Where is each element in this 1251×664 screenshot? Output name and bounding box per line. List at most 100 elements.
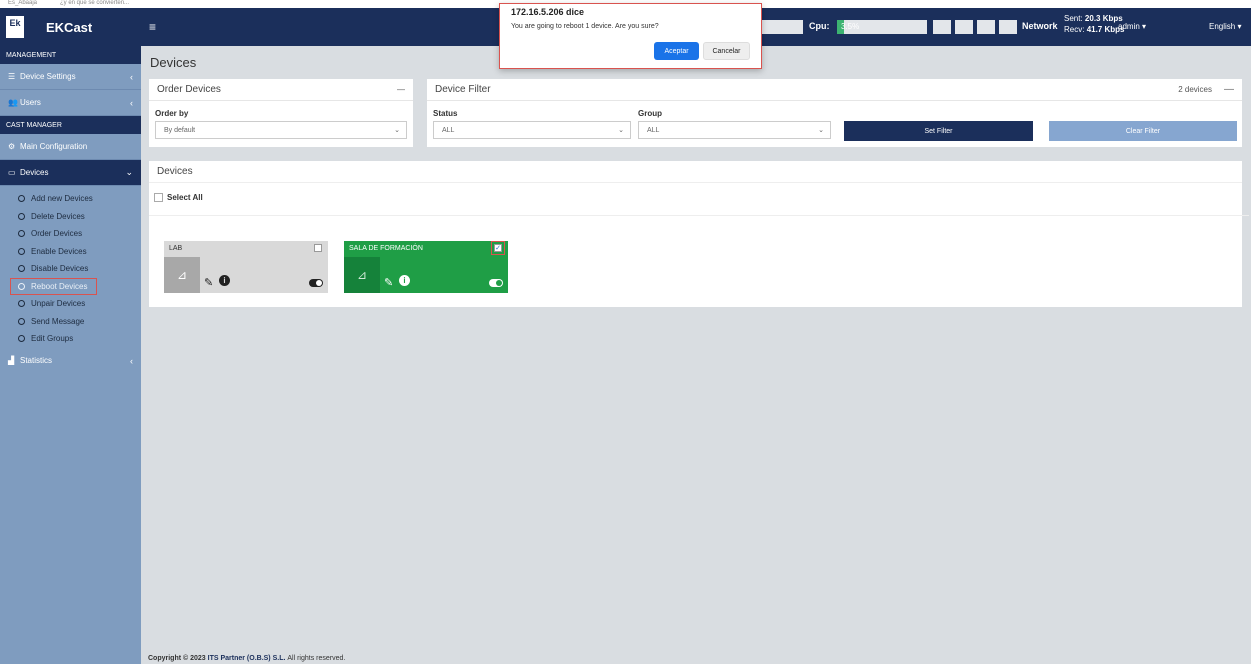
submenu-unpair-devices[interactable]: Unpair Devices [0,295,141,313]
circle-icon [18,247,25,255]
chevron-left-icon: ‹ [130,71,133,82]
cpu-core-box [999,20,1017,34]
circle-icon [18,195,25,203]
submenu-label: Order Devices [31,229,83,239]
info-icon[interactable]: i [219,275,230,286]
submenu-edit-groups[interactable]: Edit Groups [0,330,141,348]
set-filter-button[interactable]: Set Filter [844,121,1033,141]
info-icon[interactable]: i [399,275,410,286]
device-icon: ▭ [8,168,16,177]
sidebar-item-label: Devices [20,168,49,177]
divider [149,215,1249,216]
circle-icon [18,212,25,220]
dialog-title: 172.16.5.206 dice [511,7,585,17]
submenu-add-new-devices[interactable]: Add new Devices [0,190,141,208]
accept-button[interactable]: Aceptar [654,42,699,60]
devices-panel-header: Devices [149,161,1242,183]
language-menu[interactable]: English ▾ [1209,22,1241,31]
status-value: ALL [442,126,455,134]
submenu-label: Enable Devices [31,246,87,256]
dialog-message: You are going to reboot 1 device. Are yo… [511,23,659,30]
device-checkbox[interactable]: ✓ [491,241,505,255]
sidebar-item-label: Device Settings [20,72,76,81]
device-count: 2 devices [1178,85,1212,94]
enable-toggle[interactable] [309,279,323,287]
chevron-down-icon: ⌄ [818,127,824,134]
circle-icon [18,317,25,325]
footer-copyright: Copyright © 2023 [148,655,206,662]
sidebar-header-cast-manager: CAST MANAGER [0,116,141,134]
sidebar-item-users[interactable]: 👥 Users ‹ [0,90,141,116]
footer-company-link[interactable]: ITS Partner (O.B.S) S.L. [208,655,286,662]
footer: Copyright © 2023 ITS Partner (O.B.S) S.L… [148,655,345,662]
chevron-down-icon: ⌄ [618,127,624,134]
submenu-delete-devices[interactable]: Delete Devices [0,208,141,226]
order-by-select[interactable]: By default ⌄ [155,121,407,139]
sidebar-item-statistics[interactable]: ▟ Statistics ‹ [0,348,141,374]
sidebar-item-label: Users [20,98,41,107]
group-select[interactable]: ALL ⌄ [638,121,831,139]
cpu-value: 3.5% [841,22,860,31]
cpu-core-box [955,20,973,34]
select-all-checkbox[interactable] [154,193,163,202]
network-values: Sent: 20.3 Kbps Recv: 41.7 Kbps [1064,13,1124,35]
menu-toggle-icon[interactable]: ≡ [149,20,156,34]
cpu-label: Cpu: [809,21,830,31]
device-card-lab[interactable]: LAB ⊿ ✎ i [164,241,328,293]
submenu-label: Send Message [31,316,85,326]
toggle-knob [496,280,502,286]
devices-submenu: Add new Devices Delete Devices Order Dev… [0,186,141,348]
chevron-down-icon: ⌄ [394,127,400,134]
device-filter-panel: Device Filter 2 devices — Status ALL ⌄ G… [427,79,1242,147]
circle-icon [18,230,25,238]
submenu-label: Add new Devices [31,194,93,204]
edit-icon[interactable]: ✎ [204,276,213,289]
submenu-reboot-devices[interactable]: Reboot Devices [10,277,97,295]
brand[interactable]: Ek EKCast [0,8,141,46]
gears-icon: ⚙ [8,142,16,151]
group-label: Group [638,109,662,118]
sidebar-item-device-settings[interactable]: ☰ Device Settings ‹ [0,64,141,90]
cast-icon: ⊿ [164,257,200,293]
clear-filter-button[interactable]: Clear Filter [1049,121,1237,141]
chevron-down-icon: ⌄ [125,167,133,177]
sidebar-item-main-configuration[interactable]: ⚙ Main Configuration [0,134,141,160]
list-icon: ☰ [8,72,16,81]
submenu-disable-devices[interactable]: Disable Devices [0,260,141,278]
bookmark-item[interactable]: Es_Abaaja [8,0,37,6]
recv-label: Recv: [1064,25,1085,34]
cpu-core-box [977,20,995,34]
device-name: SALA DE FORMACIÓN [349,245,423,252]
brand-logo: Ek [6,16,24,38]
circle-icon [18,300,25,308]
submenu-order-devices[interactable]: Order Devices [0,225,141,243]
device-card-sala-de-formacion[interactable]: SALA DE FORMACIÓN ✓ ⊿ ✎ i [344,241,508,293]
sidebar-item-devices[interactable]: ▭ Devices ⌄ [0,160,141,186]
order-by-label: Order by [155,109,189,118]
main-content: Devices Order Devices — Order by By defa… [141,46,1251,646]
circle-icon [18,335,25,343]
user-menu[interactable]: admin ▾ [1118,22,1146,31]
select-all-label: Select All [167,193,203,202]
submenu-send-message[interactable]: Send Message [0,313,141,331]
device-checkbox[interactable] [314,244,322,252]
collapse-icon[interactable]: — [1224,84,1234,95]
sidebar: Ek EKCast MANAGEMENT ☰ Device Settings ‹… [0,8,141,664]
circle-icon [18,265,25,273]
select-all[interactable]: Select All [154,193,203,202]
order-by-value: By default [164,126,196,134]
submenu-enable-devices[interactable]: Enable Devices [0,243,141,261]
edit-icon[interactable]: ✎ [384,276,393,289]
sidebar-item-label: Main Configuration [20,142,88,151]
cast-icon: ⊿ [344,257,380,293]
enable-toggle[interactable] [489,279,503,287]
order-panel-title: Order Devices [157,84,221,95]
submenu-label: Unpair Devices [31,299,86,309]
collapse-icon[interactable]: — [397,85,405,94]
bookmark-item[interactable]: ¿y en que se convierten... [60,0,129,6]
cancel-button[interactable]: Cancelar [703,42,750,60]
status-select[interactable]: ALL ⌄ [433,121,631,139]
sent-label: Sent: [1064,14,1083,23]
submenu-label: Disable Devices [31,264,89,274]
filter-panel-header: Device Filter 2 devices — [427,79,1242,101]
